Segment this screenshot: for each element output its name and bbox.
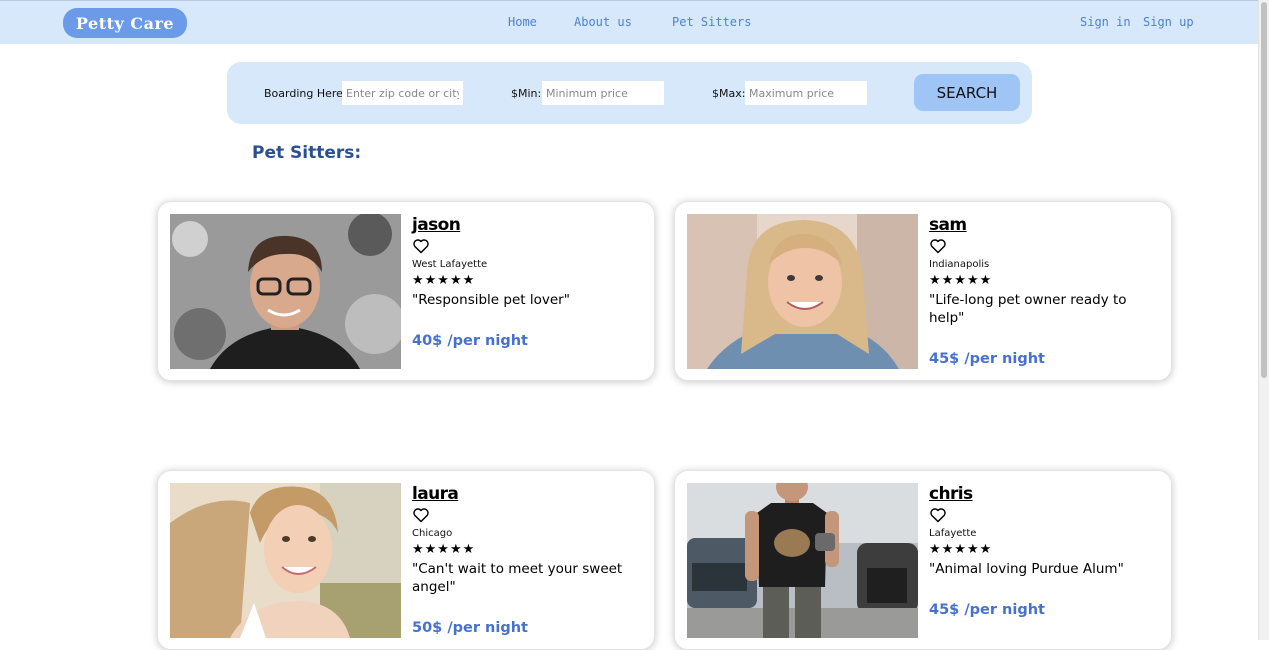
sitter-card[interactable]: sam Indianapolis ★★★★★ "Life-long pet ow… <box>674 201 1172 381</box>
nav-about-link[interactable]: About us <box>574 15 632 29</box>
sitter-quote: "Can't wait to meet your sweet angel" <box>412 561 623 595</box>
top-navbar: Petty Care Home About us Pet Sitters Sig… <box>0 0 1259 44</box>
vertical-scrollbar[interactable] <box>1258 0 1269 640</box>
sitter-photo <box>687 214 918 369</box>
sitter-price: 50$ /per night <box>412 620 528 636</box>
star-rating: ★★★★★ <box>412 542 476 557</box>
scrollbar-thumb[interactable] <box>1261 2 1267 378</box>
sign-in-link[interactable]: Sign in <box>1080 15 1131 29</box>
sitter-price: 45$ /per night <box>929 351 1045 367</box>
sitter-photo <box>170 214 401 369</box>
sitter-photo <box>687 483 918 638</box>
heart-outline-icon[interactable] <box>412 238 430 254</box>
sitter-quote: "Animal loving Purdue Alum" <box>929 561 1124 577</box>
sitter-card[interactable]: laura Chicago ★★★★★ "Can't wait to meet … <box>157 470 655 650</box>
sitter-name[interactable]: chris <box>929 484 973 504</box>
sitter-city: West Lafayette <box>412 259 488 270</box>
section-heading: Pet Sitters: <box>252 143 362 163</box>
sitter-city: Chicago <box>412 528 453 539</box>
sitter-quote: "Life-long pet owner ready to help" <box>929 292 1127 326</box>
star-rating: ★★★★★ <box>929 542 993 557</box>
star-rating: ★★★★★ <box>412 273 476 288</box>
sitter-name[interactable]: laura <box>412 484 459 504</box>
search-panel: Boarding Here: $Min: $Max: SEARCH <box>227 62 1032 124</box>
sitter-city: Indianapolis <box>929 259 990 270</box>
star-rating: ★★★★★ <box>929 273 993 288</box>
max-price-label: $Max: <box>712 87 746 100</box>
sitter-name[interactable]: jason <box>412 215 461 235</box>
nav-pet-sitters-link[interactable]: Pet Sitters <box>672 15 751 29</box>
max-price-input[interactable] <box>745 81 867 105</box>
nav-home-link[interactable]: Home <box>508 15 537 29</box>
sitter-price: 40$ /per night <box>412 333 528 349</box>
sitter-photo <box>170 483 401 638</box>
boarding-label: Boarding Here: <box>264 87 347 100</box>
min-price-label: $Min: <box>511 87 542 100</box>
sitter-city: Lafayette <box>929 528 977 539</box>
boarding-location-input[interactable] <box>342 81 463 105</box>
heart-outline-icon[interactable] <box>929 238 947 254</box>
sitter-quote: "Responsible pet lover" <box>412 292 570 308</box>
sitter-card[interactable]: jason West Lafayette ★★★★★ "Responsible … <box>157 201 655 381</box>
site-logo[interactable]: Petty Care <box>63 8 187 38</box>
min-price-input[interactable] <box>542 81 664 105</box>
sitter-price: 45$ /per night <box>929 602 1045 618</box>
sitter-name[interactable]: sam <box>929 215 967 235</box>
heart-outline-icon[interactable] <box>412 507 430 523</box>
search-button[interactable]: SEARCH <box>914 74 1020 111</box>
heart-outline-icon[interactable] <box>929 507 947 523</box>
sign-up-link[interactable]: Sign up <box>1143 15 1194 29</box>
sitter-card[interactable]: chris Lafayette ★★★★★ "Animal loving Pur… <box>674 470 1172 650</box>
